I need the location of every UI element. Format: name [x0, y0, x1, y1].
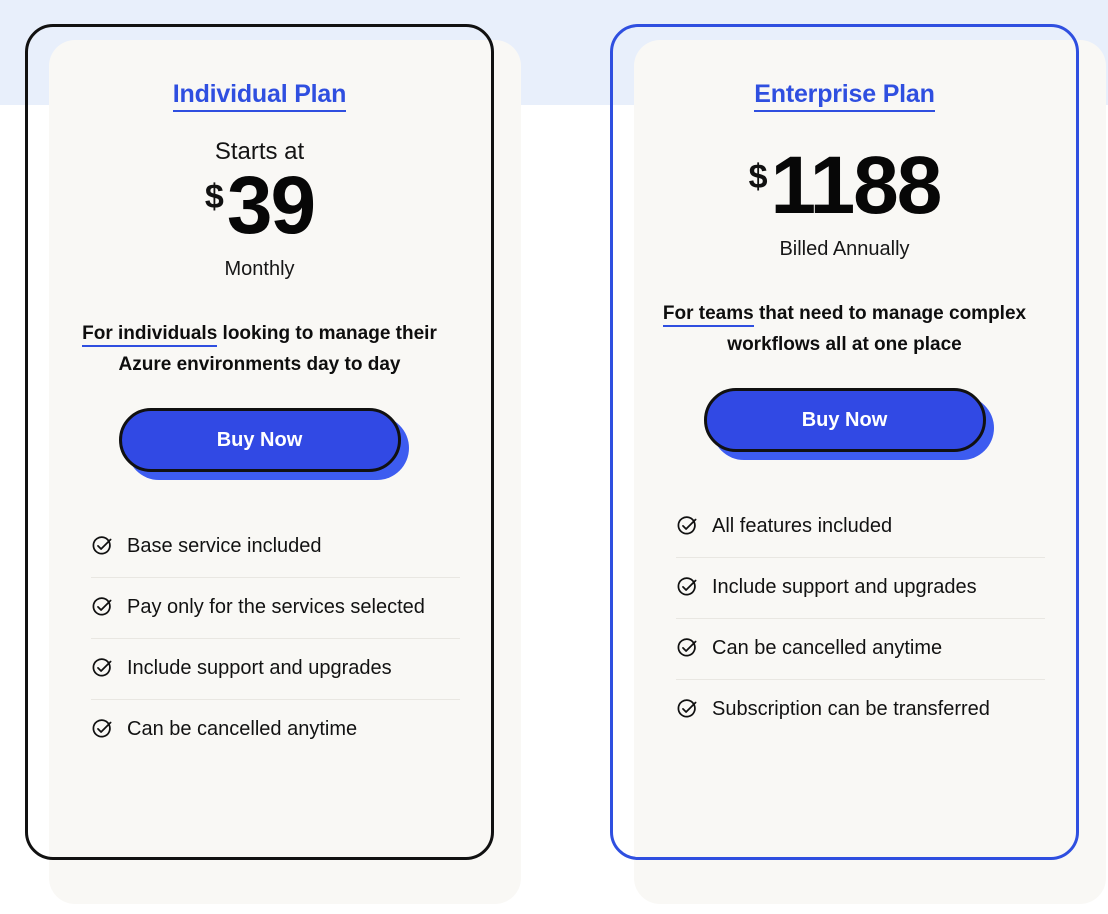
- feature-text: Subscription can be transferred: [712, 698, 990, 721]
- circle-check-icon: [676, 637, 698, 659]
- pricing-cards-container: Individual Plan Starts at $ 39 Monthly F…: [0, 0, 1108, 914]
- pricing-page: Individual Plan Starts at $ 39 Monthly F…: [0, 0, 1108, 914]
- price-row: $ 39: [204, 160, 316, 251]
- currency-symbol: $: [748, 158, 768, 196]
- card-content: Enterprise Plan $ 1188 Billed Annually F…: [610, 24, 1079, 860]
- feature-text: Can be cancelled anytime: [127, 718, 358, 741]
- plan-description-highlight: For individuals: [82, 323, 218, 348]
- buy-now-wrapper: Buy Now: [703, 388, 994, 461]
- price-caption: Billed Annually: [779, 238, 910, 261]
- feature-text: All features included: [712, 515, 893, 538]
- circle-check-icon: [91, 657, 113, 679]
- circle-check-icon: [676, 515, 698, 537]
- plan-description: For teams that need to manage complex wo…: [645, 299, 1045, 360]
- feature-item: Include support and upgrades: [55, 638, 464, 699]
- currency-symbol: $: [204, 178, 224, 216]
- feature-item: Pay only for the services selected: [55, 577, 464, 638]
- plan-description-rest: that need to manage complex workflows al…: [727, 303, 1027, 355]
- feature-text: Include support and upgrades: [127, 657, 392, 680]
- plan-description-highlight: For teams: [662, 303, 754, 328]
- circle-check-icon: [91, 718, 113, 740]
- circle-check-icon: [91, 596, 113, 618]
- price-row: $ 1188: [748, 140, 943, 231]
- feature-item: Include support and upgrades: [640, 557, 1049, 618]
- feature-item: Subscription can be transferred: [640, 679, 1049, 740]
- feature-list: All features included Include support an…: [640, 496, 1049, 740]
- feature-text: Can be cancelled anytime: [712, 637, 943, 660]
- feature-item: Base service included: [55, 516, 464, 577]
- feature-item: All features included: [640, 496, 1049, 557]
- buy-now-button[interactable]: Buy Now: [118, 408, 401, 473]
- price-caption: Monthly: [224, 258, 295, 281]
- buy-now-button[interactable]: Buy Now: [703, 388, 986, 453]
- price-amount: 39: [226, 160, 316, 251]
- plan-description: For individuals looking to manage their …: [60, 319, 460, 380]
- circle-check-icon: [91, 535, 113, 557]
- feature-text: Pay only for the services selected: [127, 596, 425, 619]
- feature-item: Can be cancelled anytime: [640, 618, 1049, 679]
- buy-now-wrapper: Buy Now: [118, 408, 409, 481]
- plan-title[interactable]: Individual Plan: [172, 82, 346, 112]
- plan-title[interactable]: Enterprise Plan: [754, 82, 935, 112]
- feature-text: Include support and upgrades: [712, 576, 977, 599]
- price-amount: 1188: [770, 140, 943, 231]
- feature-text: Base service included: [127, 535, 322, 558]
- card-content: Individual Plan Starts at $ 39 Monthly F…: [25, 24, 494, 860]
- feature-list: Base service included Pay only for the s…: [55, 516, 464, 760]
- circle-check-icon: [676, 698, 698, 720]
- feature-item: Can be cancelled anytime: [55, 699, 464, 760]
- circle-check-icon: [676, 576, 698, 598]
